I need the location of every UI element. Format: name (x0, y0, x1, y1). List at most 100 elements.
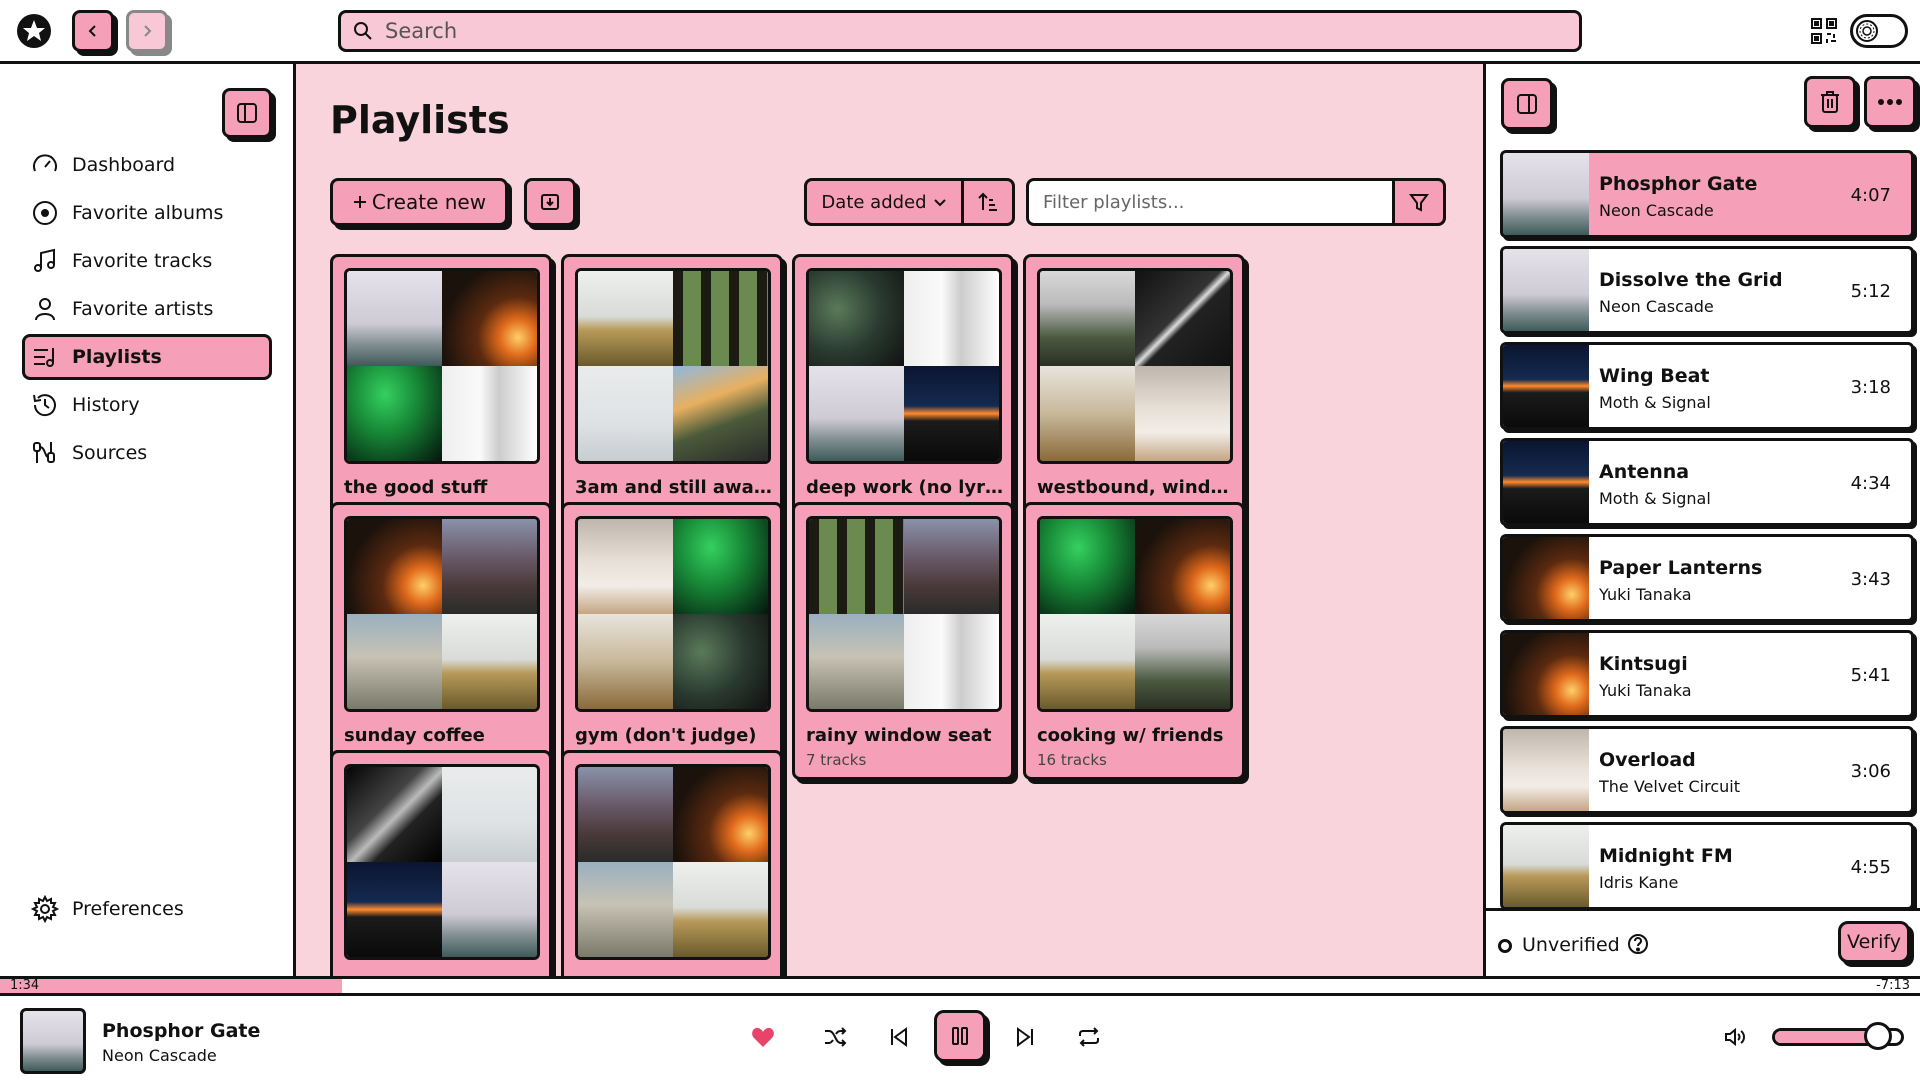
volume-slider[interactable] (1772, 1022, 1904, 1050)
search-input[interactable] (385, 19, 1535, 43)
sidebar-item-dashboard[interactable]: Dashboard (22, 142, 272, 188)
forward-button[interactable] (126, 10, 168, 52)
cover-image (673, 271, 768, 366)
queue-item[interactable]: Midnight FM Idris Kane 4:55 (1500, 822, 1914, 910)
queue-more-button[interactable] (1864, 76, 1916, 128)
heart-icon (751, 1026, 775, 1048)
track-title: Wing Beat (1599, 365, 1710, 387)
page-title: Playlists (330, 98, 510, 142)
repeat-button[interactable] (1074, 1022, 1104, 1052)
verify-button[interactable]: Verify (1838, 921, 1910, 963)
sidebar-item-favorite-albums[interactable]: Favorite albums (22, 190, 272, 236)
theme-toggle[interactable] (1850, 14, 1908, 48)
playlist-name: the good stuff (344, 477, 488, 498)
playlist-card[interactable]: sunday coffee9 tracks (330, 502, 552, 780)
cover-image (347, 366, 442, 461)
playlist-cover-mosaic (575, 268, 771, 464)
playlist-cover-mosaic (344, 268, 540, 464)
cover-image (1135, 366, 1230, 461)
track-duration: 4:55 (1850, 857, 1891, 878)
sidebar-item-playlists[interactable]: Playlists (22, 334, 272, 380)
track-artwork (1503, 441, 1589, 523)
playlist-card[interactable]: gym (don't judge)12 tracks (561, 502, 783, 780)
progress-fill (0, 979, 342, 993)
playlist-card[interactable]: westbound, window seat18 tracks (1023, 254, 1245, 532)
create-playlist-button[interactable]: Create new (330, 178, 508, 226)
time-remaining: -7:13 (1876, 978, 1910, 993)
shuffle-button[interactable] (820, 1022, 850, 1052)
playlist-card[interactable]: the good stuff25 tracks (330, 254, 552, 532)
playlist-name: sunday coffee (344, 725, 485, 746)
filter-field[interactable] (1026, 178, 1394, 226)
speaker-icon (1723, 1026, 1747, 1048)
main-content: Playlists Create new Date added the good… (296, 64, 1483, 976)
clear-queue-button[interactable] (1804, 76, 1856, 128)
playlist-card[interactable]: 3am and still awake14 tracks (561, 254, 783, 532)
cover-image (673, 614, 768, 709)
playlist-card[interactable]: rainy window seat 7 tracks (792, 502, 1014, 780)
queue-item[interactable]: Dissolve the Grid Neon Cascade 5:12 (1500, 246, 1914, 334)
queue-item[interactable]: Kintsugi Yuki Tanaka 5:41 (1500, 630, 1914, 718)
playlist-card[interactable]: cooking w/ friends 16 tracks (1023, 502, 1245, 780)
now-playing-title[interactable]: Phosphor Gate (102, 1020, 260, 1042)
playlist-track-count: 7 tracks (806, 751, 867, 769)
sort-select[interactable]: Date added (804, 178, 964, 226)
playlist-card[interactable]: deep work (no lyrics)22 tracks (792, 254, 1014, 532)
status-dot-icon (1498, 939, 1512, 953)
disc-icon (30, 198, 60, 228)
queue-item[interactable]: Wing Beat Moth & Signal 3:18 (1500, 342, 1914, 430)
create-new-label: Create new (371, 190, 487, 214)
sidebar-item-favorite-tracks[interactable]: Favorite tracks (22, 238, 272, 284)
skip-forward-icon (1014, 1026, 1036, 1048)
queue-panel: Phosphor Gate Neon Cascade 4:07 Dissolve th… (1483, 64, 1920, 976)
sidebar-item-history[interactable]: History (22, 382, 272, 428)
app-logo-icon[interactable] (16, 13, 52, 49)
verification-status: Unverified (1522, 934, 1620, 956)
cover-image (1135, 271, 1230, 366)
cover-image (904, 519, 999, 614)
sidebar-toggle-button[interactable] (222, 88, 272, 138)
track-artwork (1503, 729, 1589, 811)
filter-button[interactable] (1392, 178, 1446, 226)
queue-item[interactable]: Overload The Velvet Circuit 3:06 (1500, 726, 1914, 814)
pause-button[interactable] (934, 1010, 986, 1062)
cover-image (442, 271, 537, 366)
time-elapsed: 1:34 (10, 978, 40, 993)
track-duration: 3:06 (1850, 761, 1891, 782)
cover-image (578, 519, 673, 614)
queue-item[interactable]: Phosphor Gate Neon Cascade 4:07 (1500, 150, 1914, 238)
chevron-right-icon (139, 23, 155, 39)
now-playing-artist[interactable]: Neon Cascade (102, 1046, 217, 1065)
previous-track-button[interactable] (884, 1022, 914, 1052)
cover-image (442, 614, 537, 709)
cover-image (442, 862, 537, 957)
cover-image (578, 271, 673, 366)
next-track-button[interactable] (1010, 1022, 1040, 1052)
sort-direction-button[interactable] (961, 178, 1015, 226)
track-duration: 5:12 (1850, 281, 1891, 302)
search-bar[interactable] (338, 10, 1582, 52)
sidebar-item-label: Favorite tracks (72, 250, 213, 272)
sidebar-item-preferences[interactable]: Preferences (22, 886, 272, 932)
sidebar-item-favorite-artists[interactable]: Favorite artists (22, 286, 272, 332)
queue-item[interactable]: Paper Lanterns Yuki Tanaka 3:43 (1500, 534, 1914, 622)
back-button[interactable] (72, 10, 114, 52)
playback-progress-bar[interactable]: 1:34 -7:13 (0, 976, 1920, 996)
cover-image (1135, 519, 1230, 614)
queue-toggle-button[interactable] (1501, 78, 1553, 130)
now-playing-artwork[interactable] (20, 1008, 86, 1074)
track-duration: 4:34 (1850, 473, 1891, 494)
sidebar-item-sources[interactable]: Sources (22, 430, 272, 476)
help-circle-icon[interactable] (1626, 932, 1650, 956)
track-artist: Neon Cascade (1599, 201, 1714, 220)
playlist-card[interactable] (330, 750, 552, 976)
volume-knob[interactable] (1864, 1022, 1893, 1050)
filter-input[interactable] (1043, 191, 1383, 213)
cover-image (347, 767, 442, 862)
favorite-button[interactable] (748, 1022, 778, 1052)
queue-item[interactable]: Antenna Moth & Signal 4:34 (1500, 438, 1914, 526)
playlist-card[interactable] (561, 750, 783, 976)
import-playlist-button[interactable] (524, 178, 576, 226)
volume-button[interactable] (1720, 1022, 1750, 1052)
qr-code-icon[interactable] (1810, 17, 1838, 45)
